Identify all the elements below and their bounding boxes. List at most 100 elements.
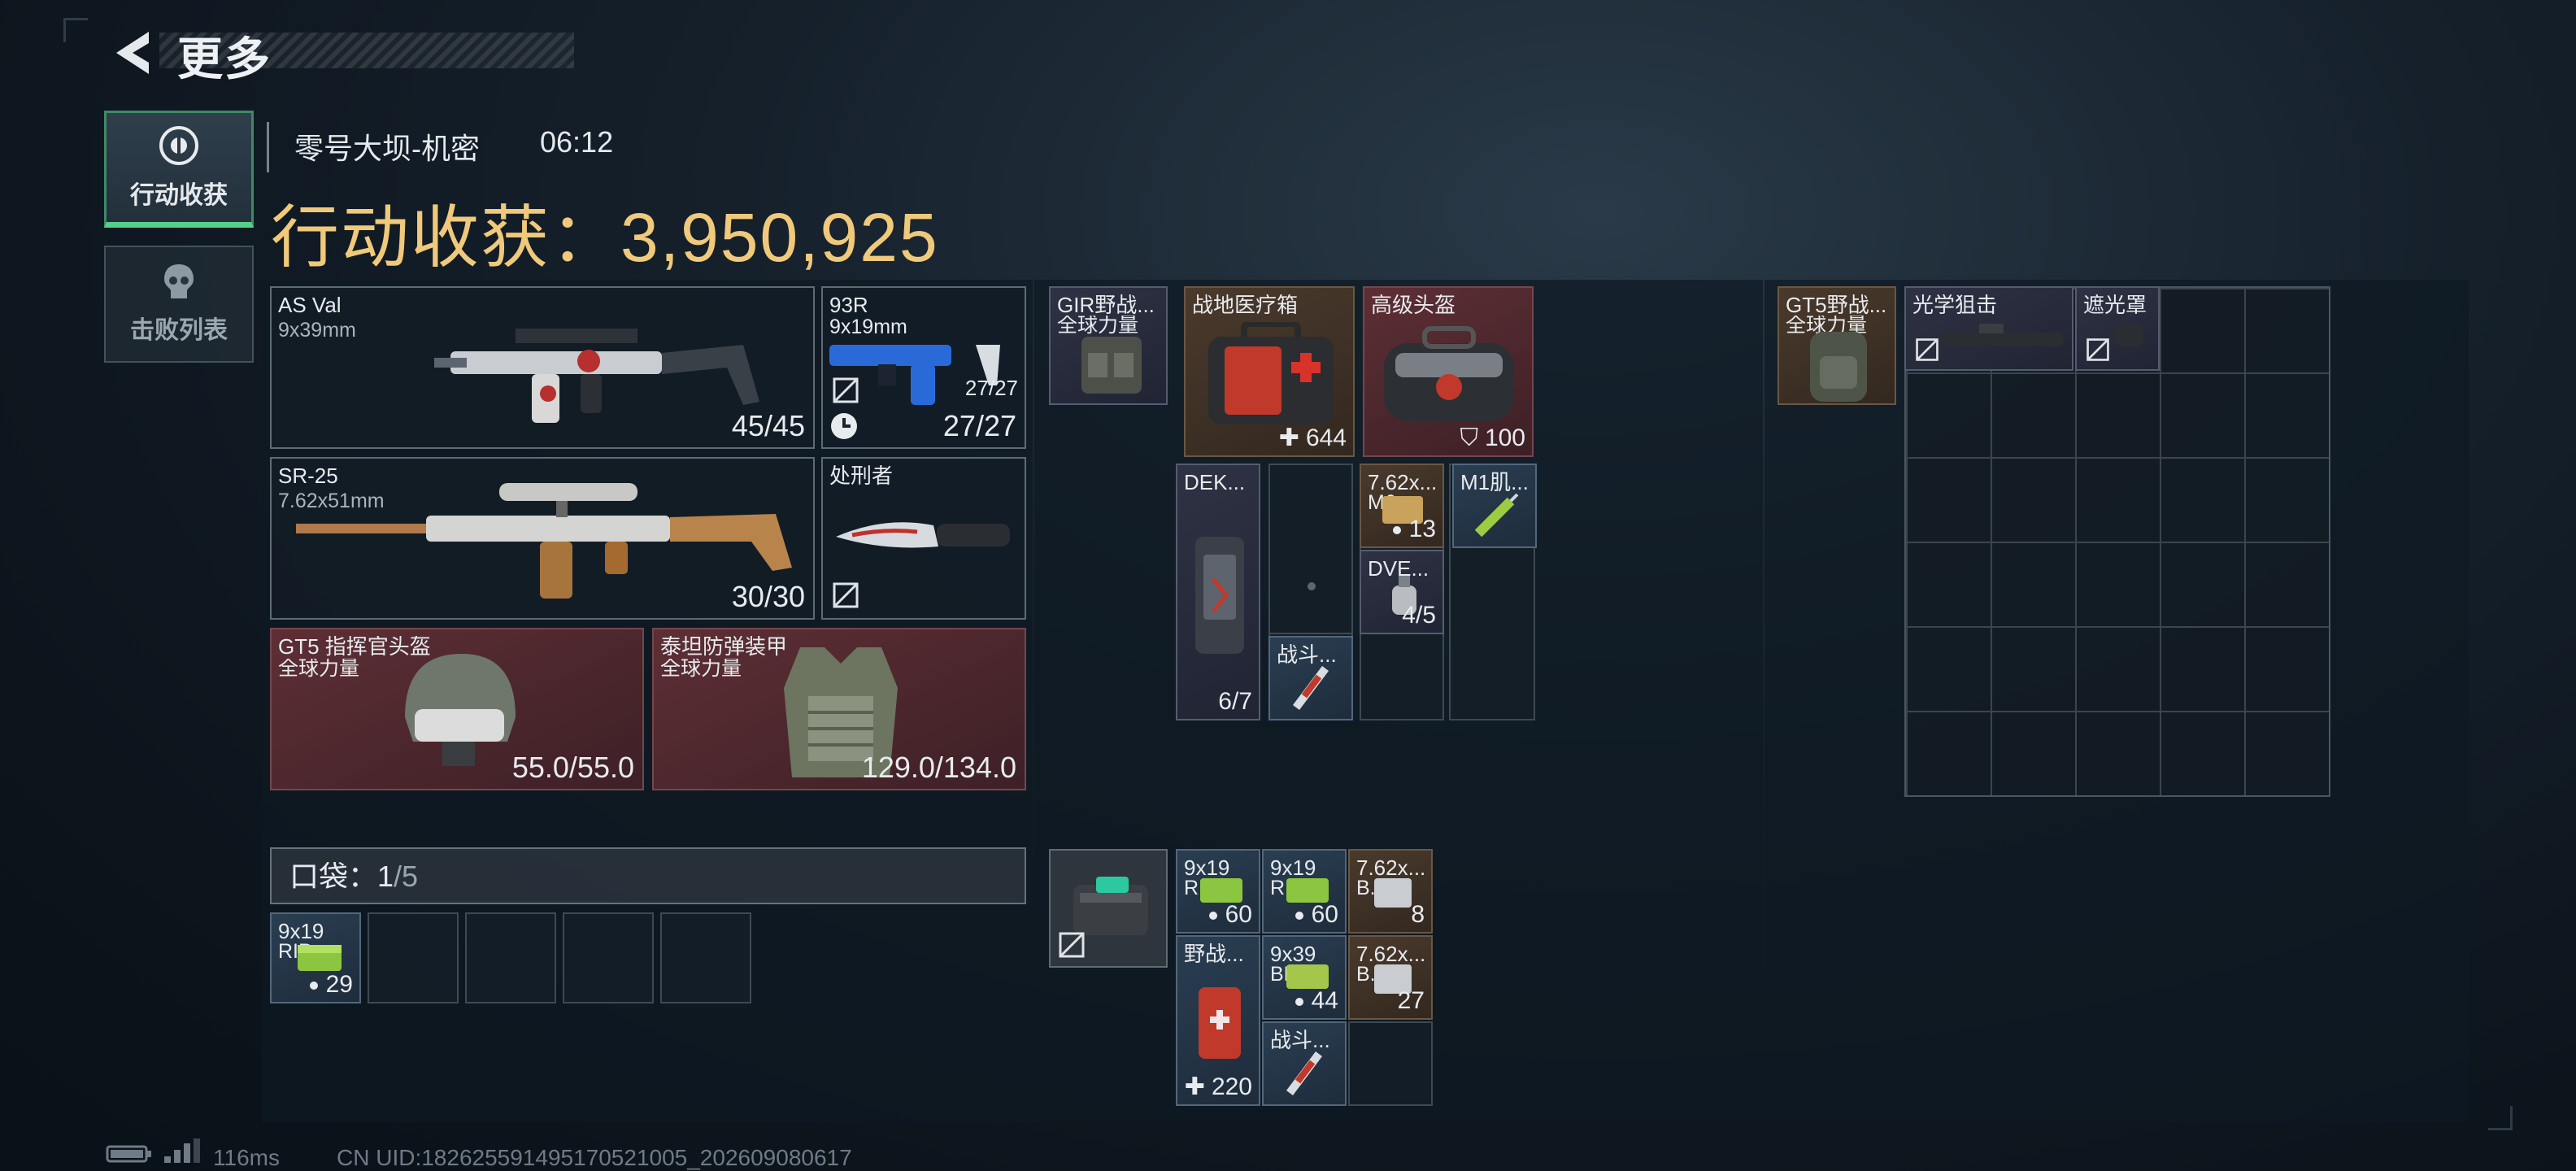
plus-icon: ✚ xyxy=(1278,426,1299,451)
weapon-ammo: 27/27 xyxy=(942,411,1016,441)
weapon-ammo: 45/45 xyxy=(731,411,805,441)
ammo-dot-icon xyxy=(1392,526,1401,535)
item-qty: 44 xyxy=(1295,989,1338,1013)
safe-item-field-medkit[interactable]: 野战... ✚ 220 xyxy=(1176,935,1260,1106)
safe-item-762-a[interactable]: 7.62x... B... 8 xyxy=(1348,849,1433,934)
item-qty-value: 644 xyxy=(1305,426,1347,451)
safe-item-9x19-a[interactable]: 9x19 RIP 60 xyxy=(1176,849,1260,934)
weapon-slot-primary[interactable]: AS Val 9x39mm 45/45 xyxy=(270,286,815,449)
backpack-item-shade[interactable]: 遮光罩 xyxy=(2075,286,2160,371)
rig-item-m1[interactable]: M1肌... xyxy=(1452,464,1537,548)
loot-label: 行动收获： xyxy=(271,199,621,276)
rig-item-dve[interactable]: DVE... 4/5 xyxy=(1360,550,1444,634)
item-qty-value: 29 xyxy=(325,973,353,997)
rig-item-dek[interactable]: DEK... 6/7 xyxy=(1176,464,1260,720)
armor-brand: 全球力量 xyxy=(660,659,742,679)
empty-dot xyxy=(1308,582,1316,590)
weapon-ammo: 30/30 xyxy=(731,582,805,612)
backpack-icon xyxy=(1810,332,1867,402)
weapon-slot-melee[interactable]: 处刑者 xyxy=(821,457,1026,620)
rig-item-combat[interactable]: 战斗... xyxy=(1268,636,1353,720)
ping-text: 116ms xyxy=(213,1145,280,1170)
syringe-icon xyxy=(1293,666,1329,710)
back-arrow-icon xyxy=(116,32,149,74)
chest-rig-icon xyxy=(1081,337,1142,394)
tab-loot-label: 行动收获 xyxy=(130,182,228,209)
weapon-caliber: 9x19mm xyxy=(829,317,907,337)
rig-name: GIR野战... xyxy=(1057,294,1155,316)
uid-text: CN UID:182625591495170521005_20260908061… xyxy=(337,1145,852,1170)
helmet-slot[interactable]: GT5 指挥官头盔 全球力量 55.0/55.0 xyxy=(270,628,644,790)
frame-corner xyxy=(2488,1106,2513,1130)
item-name: 光学狙击 xyxy=(1912,294,1998,316)
divider xyxy=(267,122,269,172)
pocket-max: /5 xyxy=(394,862,419,891)
item-qty: 13 xyxy=(1392,517,1436,542)
rig-item-medkit[interactable]: 战地医疗箱 ✚ 644 xyxy=(1184,286,1355,457)
item-name: 野战... xyxy=(1184,943,1244,964)
no-trade-icon xyxy=(1916,338,1939,361)
item-qty-value: 60 xyxy=(1311,903,1338,927)
battery-icon xyxy=(106,1145,151,1163)
backpack-item-scope[interactable]: 光学狙击 xyxy=(1904,286,2073,371)
helmet-durability: 55.0/55.0 xyxy=(511,753,634,782)
tab-kills[interactable]: 击败列表 xyxy=(104,246,254,363)
ammo-dot-icon xyxy=(1295,912,1303,921)
armor-durability: 129.0/134.0 xyxy=(861,753,1016,782)
item-qty-value: 100 xyxy=(1484,426,1525,451)
skull-icon xyxy=(164,264,194,298)
pocket-label-text: 口袋： xyxy=(289,862,378,891)
item-name: DEK... xyxy=(1184,472,1246,493)
item-name: 遮光罩 xyxy=(2083,294,2147,316)
safebox-slot[interactable] xyxy=(1049,849,1168,968)
item-qty-value: 44 xyxy=(1311,989,1338,1013)
rig-grid-cell[interactable] xyxy=(1268,464,1353,634)
safe-item-762-b[interactable]: 7.62x... B... 27 xyxy=(1348,935,1433,1020)
pocket-slot-5[interactable] xyxy=(660,912,751,1003)
rig-item-helmet-case[interactable]: 高级头盔 ⛉ 100 xyxy=(1363,286,1534,457)
item-qty: 8 xyxy=(1411,903,1425,927)
ammo-dot-icon xyxy=(309,982,318,990)
weapon-slot-primary-2[interactable]: SR-25 7.62x51mm 30/30 xyxy=(270,457,815,620)
no-trade-icon xyxy=(1059,932,1085,958)
item-qty-value: 13 xyxy=(1408,517,1436,542)
weapon-name: AS Val xyxy=(278,294,342,316)
chest-rig-slot[interactable]: GIR野战... 全球力量 xyxy=(1049,286,1168,405)
as-val-rifle-icon xyxy=(434,329,759,423)
backpack-slot[interactable]: GT5野战... 全球力量 xyxy=(1778,286,1896,405)
plus-icon: ✚ xyxy=(1184,1075,1205,1099)
pocket-header: 口袋：1/5 xyxy=(270,847,1026,904)
signal-icon xyxy=(164,1138,200,1163)
back-button[interactable] xyxy=(104,24,161,81)
item-qty: 27 xyxy=(1397,989,1425,1013)
rig-item-762[interactable]: 7.62x... M6... 13 xyxy=(1360,464,1444,548)
ammo-dot-icon xyxy=(1295,998,1303,1007)
weapon-slot-secondary[interactable]: 93R 9x19mm 27/27 27/27 xyxy=(821,286,1026,449)
armor-name: 泰坦防弹装甲 xyxy=(660,636,788,657)
bag-icon xyxy=(1384,326,1514,421)
pocket-slot-2[interactable] xyxy=(368,912,459,1003)
weapon-ammo-small: 27/27 xyxy=(964,377,1018,398)
no-trade-icon xyxy=(2086,338,2109,361)
armor-slot[interactable]: 泰坦防弹装甲 全球力量 129.0/134.0 xyxy=(652,628,1026,790)
loot-value: 3,950,925 xyxy=(620,199,939,276)
weapon-name: 处刑者 xyxy=(829,465,894,486)
tab-loot[interactable]: 行动收获 xyxy=(104,111,254,228)
item-qty: ✚ 220 xyxy=(1185,1075,1252,1099)
map-name: 零号大坝-机密 xyxy=(294,132,480,165)
pocket-slot-4[interactable] xyxy=(563,912,654,1003)
sr25-rifle-icon xyxy=(296,483,792,599)
pocket-slot-3[interactable] xyxy=(465,912,556,1003)
item-name: 高级头盔 xyxy=(1371,294,1456,316)
shield-icon: ⛉ xyxy=(1460,426,1478,451)
safe-grid-cell[interactable] xyxy=(1348,1021,1433,1106)
safe-item-combat[interactable]: 战斗... xyxy=(1262,1021,1347,1106)
item-qty: ✚ 644 xyxy=(1279,426,1347,451)
pocket-count: 1 xyxy=(377,862,394,891)
safe-item-9x39[interactable]: 9x39 BP 44 xyxy=(1262,935,1347,1020)
medkit-icon xyxy=(1199,987,1241,1059)
safe-item-9x19-b[interactable]: 9x19 RIP 60 xyxy=(1262,849,1347,934)
pocket-slot-1[interactable]: 9x19 RIP 29 xyxy=(270,912,361,1003)
medkit-icon xyxy=(1208,322,1334,424)
scope-icon xyxy=(1942,324,2064,346)
